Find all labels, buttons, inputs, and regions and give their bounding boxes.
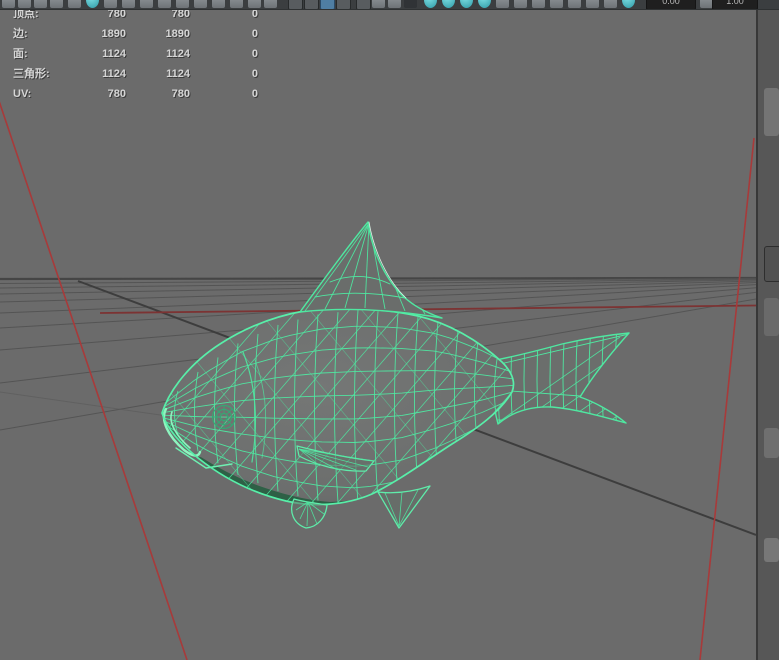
hud-row-label: 面: [13,48,28,60]
tool-icon[interactable] [586,0,599,8]
hud-count-2: 1890 [165,28,190,40]
numeric-field-1[interactable]: 0.00 [646,0,696,9]
hud-count-1: 1124 [102,68,126,80]
hud-count-1: 780 [107,88,126,100]
render-sphere-icon[interactable] [442,0,455,8]
maya-application-window: 0.00 1.00 顶点: 780 780 0 边: 1890 1890 0 面: 1124 1124… [0,0,779,660]
hud-row-label: 三角形: [13,68,50,80]
tool-icon[interactable] [158,0,171,8]
tool-icon[interactable] [2,0,15,8]
panel-scroll-thumb[interactable] [764,428,779,458]
hud-count-1: 1124 [102,48,126,60]
tool-icon[interactable] [18,0,31,8]
anal-fin [377,485,431,529]
snap-point-icon-active[interactable] [320,0,335,9]
snap-grid-icon[interactable] [288,0,303,9]
numeric-field-2[interactable]: 1.00 [712,0,758,9]
hud-count-2: 1124 [166,48,190,60]
snap-view-icon[interactable] [356,0,371,9]
hud-row-1: 边: 1890 1890 0 [0,24,258,44]
tool-icon[interactable] [550,0,563,8]
fish-wireframe-mesh[interactable] [60,221,756,536]
tool-icon[interactable] [230,0,243,8]
hud-row-4: UV: 780 780 0 [0,84,258,104]
panel-scroll-thumb[interactable] [764,298,779,336]
cursor-icon[interactable] [248,0,261,8]
hud-count-3: 0 [251,48,258,60]
tool-icon[interactable] [496,0,509,8]
hud-row-2: 面: 1124 1124 0 [0,44,258,64]
tool-icon[interactable] [194,0,207,8]
panel-scroll-thumb[interactable] [764,538,779,562]
panel-scroll-thumb[interactable] [764,88,779,136]
tool-icon[interactable] [264,0,277,8]
tool-icon[interactable] [604,0,617,8]
render-sphere-icon[interactable] [478,0,491,8]
sphere-icon[interactable] [622,0,635,8]
hud-row-3: 三角形: 1124 1124 0 [0,64,258,84]
right-panel-strip[interactable] [756,0,779,660]
tool-icon[interactable] [104,0,117,8]
tool-icon[interactable] [34,0,47,8]
snap-curve-icon[interactable] [304,0,319,9]
tool-icon[interactable] [388,0,401,8]
tool-icon[interactable] [68,0,81,8]
tool-icon[interactable] [568,0,581,8]
tool-icon[interactable] [50,0,63,8]
hud-row-label: UV: [13,88,32,100]
tool-icon[interactable] [532,0,545,8]
history-icon[interactable] [404,0,417,8]
hud-count-3: 0 [251,68,258,80]
panel-scroll-thumb[interactable] [764,246,779,282]
hud-count-1: 1890 [101,28,126,40]
poly-count-hud: 顶点: 780 780 0 边: 1890 1890 0 面: 1124 1124 0 三角形: 1124… [0,4,258,104]
hud-count-3: 0 [251,88,258,100]
render-sphere-icon[interactable] [424,0,437,8]
hud-count-3: 0 [251,28,258,40]
hud-count-2: 1124 [166,68,190,80]
magnifier-icon[interactable] [212,0,225,8]
render-sphere-icon[interactable] [460,0,473,8]
tool-icon[interactable] [176,0,189,8]
tool-icon[interactable] [140,0,153,8]
status-line-toolbar: 0.00 1.00 [0,0,779,10]
tool-icon[interactable] [514,0,527,8]
hud-row-label: 边: [13,28,28,40]
tool-icon[interactable] [122,0,135,8]
sphere-icon[interactable] [86,0,99,8]
hud-count-2: 780 [171,88,190,100]
snap-plane-icon[interactable] [336,0,351,9]
tool-icon[interactable] [372,0,385,8]
